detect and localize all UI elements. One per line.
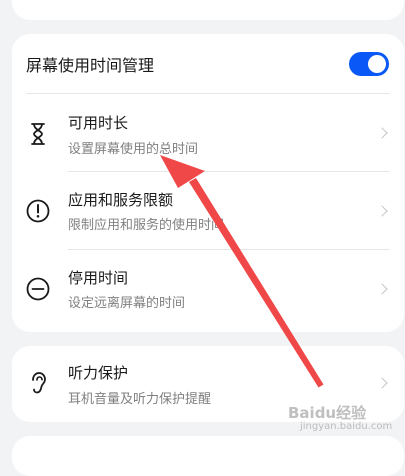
screen-time-toggle[interactable]: [349, 52, 389, 76]
minus-circle-icon: [26, 277, 50, 301]
chevron-right-icon: [376, 377, 388, 389]
item-subtitle: 设定远离屏幕的时间: [68, 296, 186, 311]
chevron-right-icon: [376, 127, 388, 139]
item-subtitle: 耳机音量及听力保护提醒: [68, 392, 212, 407]
screen-time-card: 屏幕使用时间管理 可用时长 设置屏幕使用的总时间 应用和服务限额 限制应用和服务…: [12, 34, 404, 332]
divider: [26, 93, 390, 94]
item-title: 停用时间: [68, 269, 129, 287]
list-item-downtime[interactable]: 停用时间 设定远离屏幕的时间: [12, 252, 404, 324]
toggle-knob: [368, 55, 386, 73]
watermark-logo: Baidu经验: [288, 404, 367, 422]
list-item-app-limits[interactable]: 应用和服务限额 限制应用和服务的使用时间: [12, 174, 404, 246]
watermark-url: jingyan.baidu.com: [300, 421, 393, 432]
next-card: [12, 436, 404, 476]
alert-circle-icon: [26, 199, 50, 223]
hourglass-icon: [31, 123, 45, 145]
item-subtitle: 限制应用和服务的使用时间: [68, 218, 225, 233]
item-subtitle: 设置屏幕使用的总时间: [68, 142, 199, 157]
divider: [68, 249, 390, 250]
chevron-right-icon: [376, 283, 388, 295]
ear-icon: [32, 372, 46, 394]
previous-card: [12, 0, 404, 20]
screen-time-title: 屏幕使用时间管理: [26, 56, 155, 75]
item-title: 听力保护: [68, 364, 129, 382]
item-title: 应用和服务限额: [68, 191, 174, 209]
item-title: 可用时长: [68, 114, 129, 132]
chevron-right-icon: [376, 205, 388, 217]
divider: [68, 171, 390, 172]
list-item-available-time[interactable]: 可用时长 设置屏幕使用的总时间: [12, 96, 404, 168]
